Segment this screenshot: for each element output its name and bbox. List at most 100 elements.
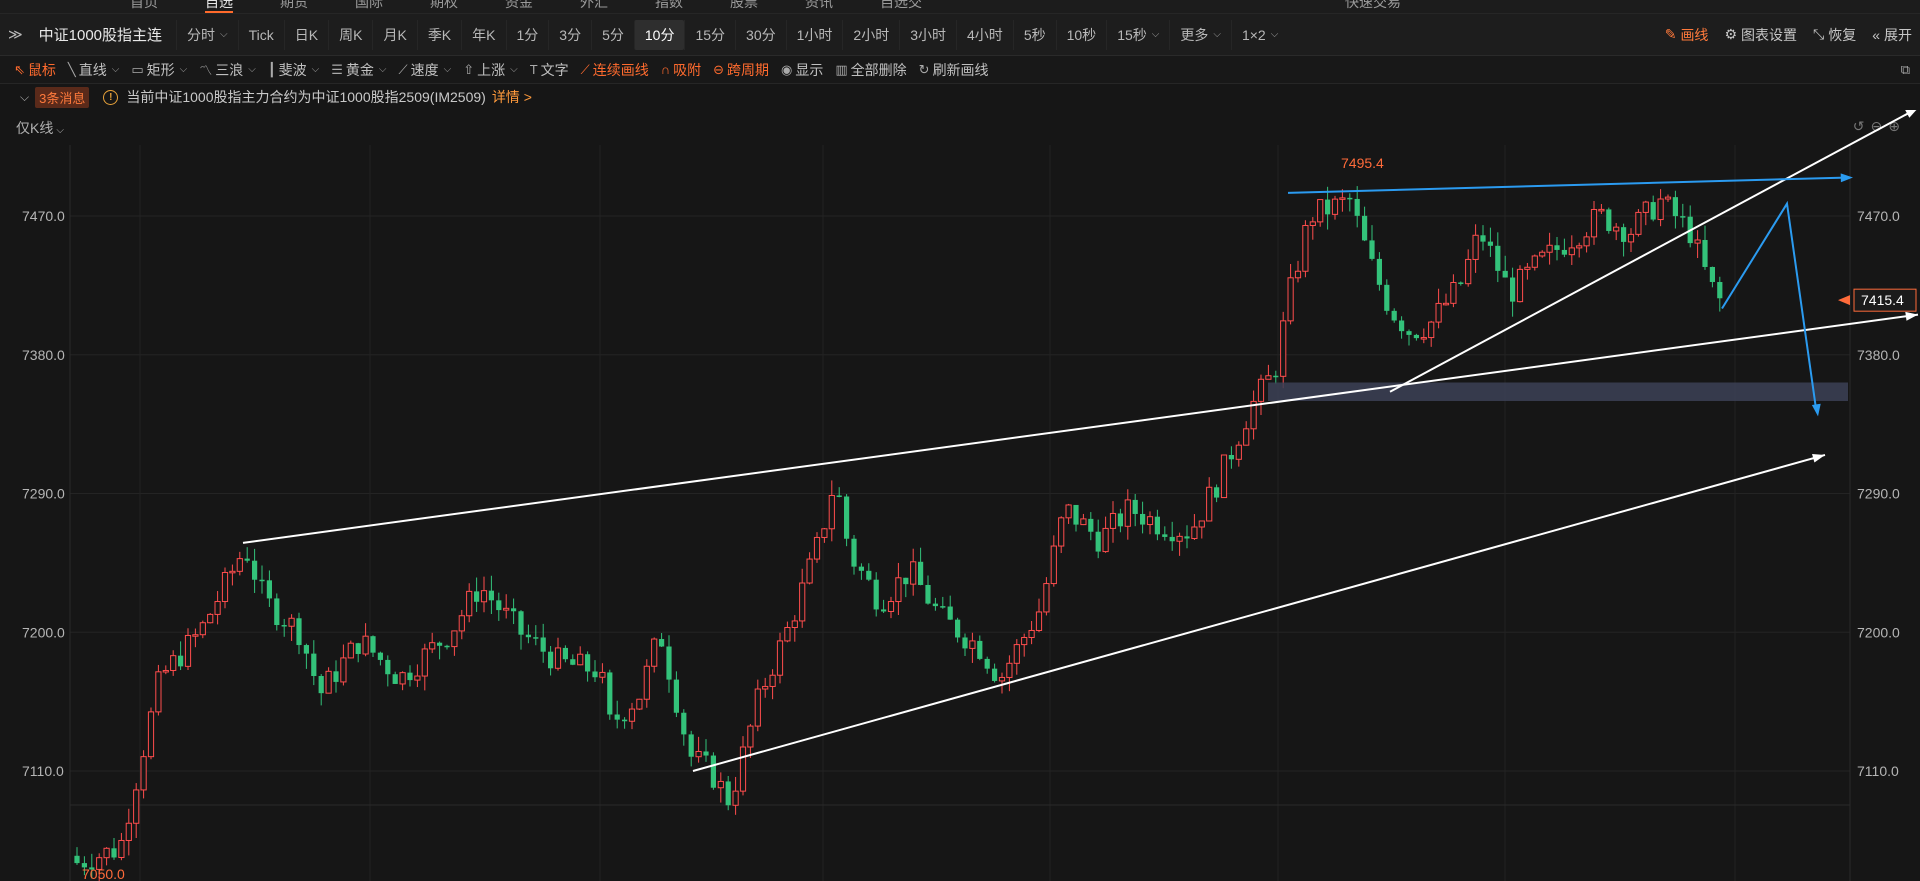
draw-lines-button[interactable]: ✎ 画线 bbox=[1657, 25, 1717, 45]
top-nav-item[interactable]: 期货 bbox=[280, 0, 308, 12]
window-mode-icon[interactable]: ⧉ bbox=[1901, 62, 1910, 78]
y-tick-label-right: 7200.0 bbox=[1857, 624, 1900, 640]
tool-refresh[interactable]: ↻ 刷新画线 bbox=[919, 60, 1001, 80]
collapse-messages-icon[interactable]: ⌵ bbox=[20, 90, 29, 105]
gear-icon: ⚙ bbox=[1724, 26, 1737, 42]
chevron-down-icon: ⌵ bbox=[311, 64, 320, 75]
trendline-upper bbox=[242, 313, 1919, 544]
tool-speed[interactable]: ⟋ 速度 ⌵ bbox=[399, 60, 464, 80]
expand-button[interactable]: «展开 bbox=[1864, 25, 1920, 45]
candle-body-down bbox=[1362, 215, 1368, 241]
top-nav-item[interactable]: 指数 bbox=[655, 0, 683, 12]
chart-settings-button[interactable]: ⚙ 图表设置 bbox=[1716, 25, 1805, 45]
timeframe-tab[interactable]: 1×2 ⌵ bbox=[1230, 19, 1288, 50]
candle-body-up bbox=[1013, 644, 1020, 664]
tool-cycle[interactable]: ⊖ 跨周期 bbox=[713, 60, 781, 80]
candle-body-up bbox=[1317, 199, 1324, 223]
arrowhead-resistance bbox=[1840, 173, 1853, 183]
candle-body-up bbox=[1265, 375, 1272, 380]
top-nav-item[interactable]: 快速交易 bbox=[1345, 0, 1401, 12]
top-nav-item[interactable]: 国际 bbox=[355, 0, 383, 12]
tool-pencil[interactable]: ⟋ 连续画线 bbox=[581, 60, 661, 80]
candle-body-down bbox=[488, 590, 494, 601]
details-link[interactable]: 详情 > bbox=[492, 87, 532, 107]
timeframe-tab[interactable]: 年K bbox=[461, 19, 505, 50]
candle-body-up bbox=[1627, 233, 1635, 243]
arrowhead-projection bbox=[1811, 403, 1821, 417]
timeframe-tab[interactable]: 30分 bbox=[735, 19, 786, 50]
candle-body-up bbox=[362, 635, 369, 655]
candle-body-up bbox=[1516, 268, 1524, 303]
timeframe-tab[interactable]: 月K bbox=[372, 19, 416, 50]
candle-body-down bbox=[525, 634, 531, 638]
candle-body-down bbox=[518, 611, 524, 635]
collapse-panel-icon[interactable]: ≫ bbox=[0, 26, 29, 43]
top-nav-item[interactable]: 首页 bbox=[130, 0, 158, 12]
top-nav-item[interactable]: 股票 bbox=[730, 0, 758, 12]
candle-body-down bbox=[947, 606, 953, 620]
message-count-badge[interactable]: 3条消息 bbox=[35, 86, 90, 108]
candle-body-down bbox=[244, 558, 250, 561]
candlestick-chart[interactable]: 7470.0 7470.0 7380.0 7380.0 7290.0 7290.0 7200… bbox=[0, 110, 1920, 881]
candle-body-up bbox=[1302, 224, 1309, 272]
candle-body-down bbox=[111, 848, 117, 858]
timeframe-tab[interactable]: Tick bbox=[237, 19, 284, 50]
candle-body-up bbox=[1176, 535, 1183, 542]
candle-body-up bbox=[813, 536, 821, 560]
top-nav-item[interactable]: 自选交 bbox=[880, 0, 922, 12]
y-tick-label-left: 7470.0 bbox=[22, 208, 65, 224]
top-nav-item[interactable]: 资讯 bbox=[805, 0, 833, 12]
candle-body-up bbox=[776, 640, 784, 676]
timeframe-tab[interactable]: 日K bbox=[283, 19, 328, 50]
line-icon: ╲ bbox=[67, 61, 76, 77]
candle-body-down bbox=[1510, 277, 1516, 302]
timeframe-tab[interactable]: 3小时 bbox=[899, 19, 956, 50]
top-nav-item[interactable]: 资金 bbox=[505, 0, 533, 12]
candle-body-up bbox=[1472, 234, 1479, 260]
timeframe-tab[interactable]: 5分 bbox=[591, 19, 634, 50]
timeframe-tab[interactable]: 10秒 bbox=[1055, 19, 1107, 50]
candle-body-up bbox=[887, 601, 895, 612]
top-nav-item[interactable]: 期权 bbox=[430, 0, 458, 12]
candle-body-down bbox=[1376, 258, 1382, 285]
restore-button[interactable]: ⤡ 恢复 bbox=[1805, 25, 1864, 45]
timeframe-tab[interactable]: 1小时 bbox=[785, 19, 843, 50]
candle-body-down bbox=[318, 676, 324, 694]
tool-cursor[interactable]: ⇖ 鼠标 bbox=[14, 60, 68, 80]
tool-rectangle[interactable]: ▭ 矩形 ⌵ bbox=[131, 60, 199, 80]
timeframe-tab[interactable]: 周K bbox=[328, 19, 372, 50]
candle-body-up bbox=[1065, 504, 1072, 519]
tool-up-arrow[interactable]: ⇧ 上涨 ⌵ bbox=[463, 60, 530, 80]
instrument-title[interactable]: 中证1000股指主连 bbox=[29, 24, 176, 45]
tool-wave[interactable]: 〽三浪 ⌵ bbox=[199, 60, 268, 80]
candle-body-down bbox=[1228, 454, 1234, 460]
candle-body-up bbox=[1435, 302, 1442, 323]
candle-body-down bbox=[1495, 245, 1501, 271]
tool-fibonacci[interactable]: ┃ 斐波 ⌵ bbox=[268, 60, 331, 80]
top-nav-item[interactable]: 外汇 bbox=[580, 0, 608, 12]
candle-body-down bbox=[622, 719, 628, 722]
candle-body-down bbox=[1650, 202, 1656, 220]
timeframe-tab[interactable]: 3分 bbox=[548, 19, 591, 50]
timeframe-tab[interactable]: 4小时 bbox=[956, 19, 1013, 50]
tool-eye[interactable]: ◉ 显示 bbox=[781, 60, 835, 80]
top-nav-item[interactable]: 自选 bbox=[205, 0, 233, 13]
timeframe-tab[interactable]: 更多 ⌵ bbox=[1169, 19, 1231, 50]
timeframe-tab[interactable]: 分时 ⌵ bbox=[176, 19, 238, 50]
timeframe-tab[interactable]: 15秒 ⌵ bbox=[1106, 19, 1169, 50]
candle-body-down bbox=[1399, 320, 1405, 332]
tool-text[interactable]: T 文字 bbox=[530, 60, 581, 80]
candle-body-up bbox=[1021, 637, 1028, 646]
candle-body-down bbox=[496, 600, 502, 611]
tool-trash[interactable]: ▥ 全部删除 bbox=[835, 60, 918, 80]
tool-line[interactable]: ╲ 直线 ⌵ bbox=[68, 60, 131, 80]
timeframe-tab[interactable]: 2小时 bbox=[842, 19, 899, 50]
tool-golden[interactable]: ☰ 黄金 ⌵ bbox=[331, 60, 398, 80]
candle-body-up bbox=[458, 615, 465, 632]
timeframe-tab[interactable]: 15分 bbox=[684, 19, 735, 50]
timeframe-tab[interactable]: 5秒 bbox=[1012, 19, 1056, 50]
timeframe-tab[interactable]: 1分 bbox=[505, 19, 549, 50]
tool-magnet[interactable]: ∩ 吸附 bbox=[661, 60, 713, 80]
timeframe-tab[interactable]: 10分 bbox=[633, 19, 685, 50]
timeframe-tab[interactable]: 季K bbox=[416, 19, 461, 50]
